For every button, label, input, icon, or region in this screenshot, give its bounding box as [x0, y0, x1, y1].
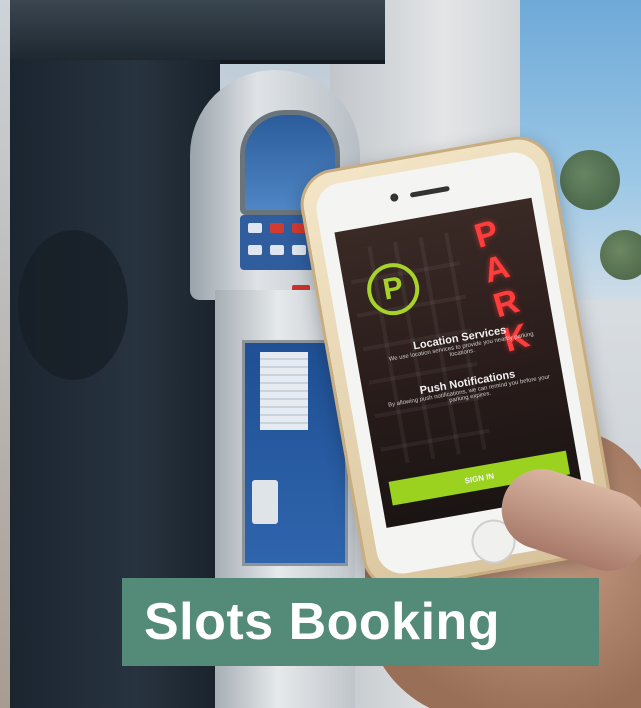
- speaker-icon: [409, 185, 450, 198]
- keypad-key: [270, 223, 284, 233]
- camera-icon: [389, 192, 399, 203]
- caption-title: Slots Booking: [144, 593, 501, 651]
- keypad-key: [248, 245, 262, 255]
- tree: [560, 150, 620, 210]
- parking-meter-card-slot: [252, 480, 278, 524]
- keypad-key: [248, 223, 262, 233]
- keypad-key: [292, 245, 306, 255]
- logo-letter: P: [380, 270, 406, 307]
- parking-meter-roof: [10, 0, 385, 64]
- keypad-key: [270, 245, 284, 255]
- background-strip: [0, 0, 10, 708]
- parking-meter-speaker: [18, 230, 128, 380]
- parking-meter-receipt: [260, 352, 308, 430]
- photo-card: P P A R K Location Services We use locat…: [0, 0, 641, 708]
- caption-banner: Slots Booking: [122, 578, 599, 666]
